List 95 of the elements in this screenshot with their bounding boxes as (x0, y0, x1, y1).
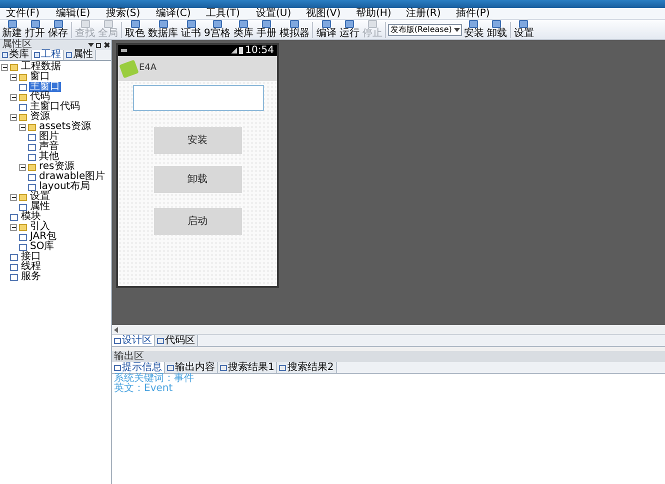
tree-item[interactable]: drawable图片 (38, 172, 106, 182)
toolbar-button[interactable]: 编译 (315, 20, 338, 40)
menu-item[interactable]: 搜索(S) (100, 8, 150, 20)
menu-item[interactable]: 视图(V) (300, 8, 350, 20)
output-tab[interactable]: 搜索结果2 (277, 362, 337, 373)
tab-icon (157, 338, 164, 344)
tab-icon (167, 364, 174, 370)
tree-item[interactable]: 线程 (20, 262, 42, 272)
toolbar-button[interactable]: 类库 (232, 20, 254, 40)
tree-item[interactable]: 窗口 (29, 72, 51, 82)
tree-item[interactable]: res资源 (38, 162, 76, 172)
editor-tab[interactable]: 设计区 (112, 335, 155, 346)
panel-tab[interactable]: 属性 (64, 50, 96, 60)
folder-icon (28, 164, 36, 170)
toolbar-button[interactable]: 模拟器 (278, 20, 310, 40)
output-title: 输出区 (114, 352, 144, 362)
expander-icon[interactable] (19, 164, 26, 170)
tree-item[interactable]: 代码 (29, 92, 51, 102)
output-line: 英文：Event (114, 384, 174, 394)
toolbar-button[interactable]: 新建 (1, 20, 23, 40)
build-mode-dropdown[interactable]: 发布版(Release) (388, 24, 462, 36)
tree-item[interactable]: assets资源 (38, 122, 92, 132)
tree-item[interactable]: 服务 (20, 272, 42, 282)
menu-item[interactable]: 帮助(H) (350, 8, 400, 20)
battery-icon (239, 47, 244, 54)
menu-item[interactable]: 插件(P) (450, 8, 500, 20)
tree-item[interactable]: 图片 (38, 132, 60, 142)
output-tab[interactable]: 输出内容 (165, 362, 218, 373)
document-icon (19, 84, 27, 90)
toolbar-button[interactable]: 证书 (180, 20, 202, 40)
tree-item[interactable]: 主窗口代码 (29, 102, 81, 112)
tree-item[interactable]: 接口 (20, 252, 42, 262)
toolbar-button[interactable]: 保存 (47, 20, 69, 40)
clock-text: 10:54 (245, 46, 274, 56)
folder-icon (19, 194, 27, 200)
expander-icon[interactable] (10, 224, 17, 230)
expander-icon[interactable] (1, 64, 8, 70)
tab-icon (2, 52, 8, 58)
folder-icon (19, 224, 27, 230)
output-line: 系统关键词：事件 (114, 374, 195, 384)
editor-tab[interactable]: 代码区 (155, 335, 198, 346)
tab-icon (279, 364, 286, 370)
panel-title: 属性区 (2, 40, 32, 50)
toolbar-button[interactable]: 数据库 (147, 20, 179, 40)
signal-icon (231, 48, 238, 54)
toolbar-button[interactable]: 手册 (255, 20, 278, 40)
tree-item[interactable]: 声音 (38, 142, 60, 152)
horizontal-scrollbar[interactable] (112, 325, 665, 335)
app-title: E4A (139, 62, 157, 75)
tab-icon (114, 364, 121, 370)
output-tab[interactable]: 搜索结果1 (218, 362, 278, 373)
tab-icon (114, 338, 121, 344)
panel-tab[interactable]: 类库 (0, 50, 32, 60)
app-button[interactable]: 卸载 (154, 166, 242, 193)
tab-icon (66, 52, 72, 58)
toolbar-button[interactable]: 运行 (338, 20, 360, 40)
document-icon (19, 104, 27, 110)
menu-item[interactable]: 文件(F) (0, 8, 50, 20)
tree-item[interactable]: 资源 (29, 112, 51, 122)
pin-icon[interactable] (96, 42, 101, 48)
expander-icon[interactable] (10, 94, 17, 100)
toolbar-button[interactable]: 卸载 (486, 20, 508, 40)
menu-item[interactable]: 工具(T) (200, 8, 250, 20)
expander-icon[interactable] (19, 124, 26, 130)
expander-icon[interactable] (10, 194, 17, 200)
tree-item[interactable]: 其他 (38, 152, 60, 162)
toolbar-button[interactable]: 打开 (24, 20, 46, 40)
tree-item[interactable]: 引入 (29, 222, 51, 232)
expander-icon[interactable] (10, 74, 17, 80)
tree-item[interactable]: 模块 (20, 212, 42, 222)
tree-item[interactable]: SO库 (29, 242, 56, 252)
toolbar-button[interactable]: 取色 (124, 20, 146, 40)
menu-item[interactable]: 编辑(E) (50, 8, 100, 20)
tab-icon (34, 52, 40, 58)
menu-item[interactable]: 设置(U) (250, 8, 300, 20)
tree-item[interactable]: 工程数据 (20, 62, 62, 72)
output-tab[interactable]: 提示信息 (112, 362, 165, 373)
text-input[interactable] (133, 85, 264, 111)
toolbar-button[interactable]: 安装 (462, 20, 485, 40)
close-icon[interactable] (103, 42, 109, 48)
app-button[interactable]: 启动 (154, 208, 242, 235)
tab-icon (220, 364, 227, 370)
tree-item[interactable]: JAR包 (29, 232, 58, 242)
tree-item[interactable]: layout布局 (38, 182, 92, 192)
toolbar-button[interactable]: 设置 (512, 20, 535, 40)
tree-item[interactable]: 属性 (29, 202, 51, 212)
panel-tab[interactable]: 工程 (32, 50, 64, 60)
menu-item[interactable]: 编译(C) (150, 8, 200, 20)
expander-icon[interactable] (10, 114, 17, 120)
menu-item[interactable]: 注册(R) (400, 8, 450, 20)
caret-icon (454, 28, 460, 32)
tree-item[interactable]: 设置 (29, 192, 51, 202)
app-button[interactable]: 安装 (154, 127, 242, 154)
folder-icon (19, 94, 27, 100)
toolbar-button[interactable]: 9宫格 (203, 20, 232, 40)
